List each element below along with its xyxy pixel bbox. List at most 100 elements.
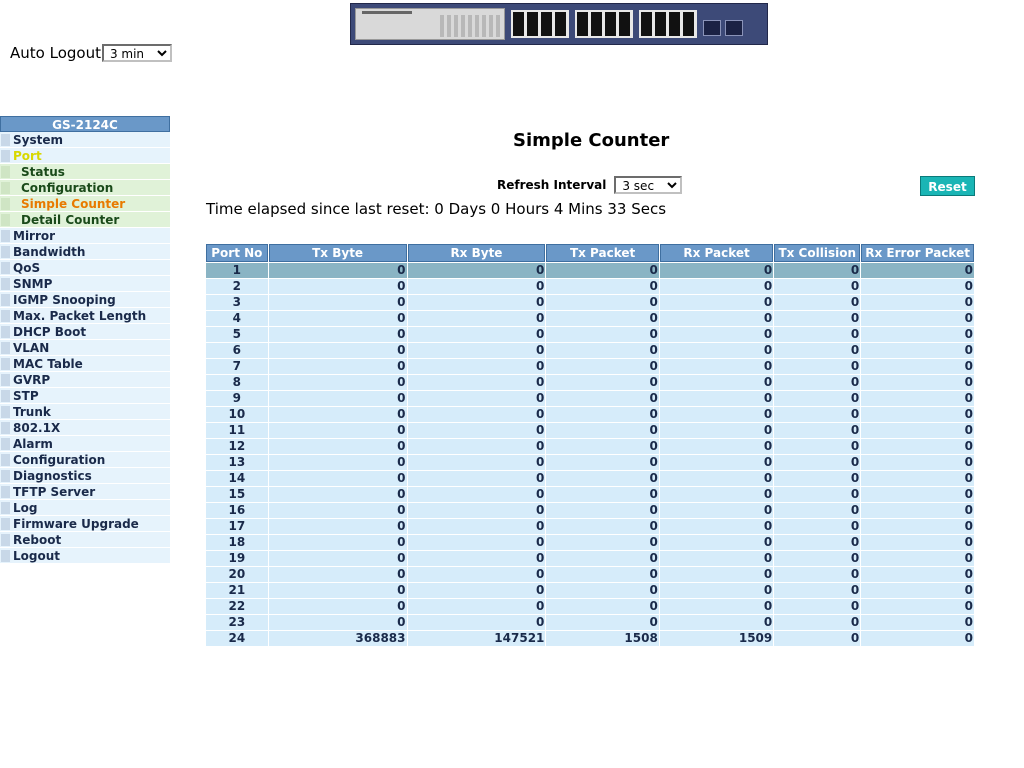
counter-cell: 0 <box>546 535 659 550</box>
sidebar-item-configuration[interactable]: Configuration <box>0 452 170 468</box>
column-header: Tx Collision <box>774 244 861 262</box>
counter-cell: 0 <box>861 327 974 342</box>
counter-cell: 0 <box>268 279 407 294</box>
column-header: Port No <box>206 244 268 262</box>
sidebar-item-detail-counter[interactable]: Detail Counter <box>0 212 170 228</box>
sidebar-item-logout[interactable]: Logout <box>0 548 170 564</box>
counter-cell: 0 <box>407 327 546 342</box>
counter-cell: 0 <box>546 567 659 582</box>
counter-cell: 0 <box>268 615 407 630</box>
sidebar-item-reboot[interactable]: Reboot <box>0 532 170 548</box>
counter-cell: 0 <box>659 375 774 390</box>
sidebar-item-log[interactable]: Log <box>0 500 170 516</box>
counter-cell: 0 <box>407 407 546 422</box>
table-row: 19 0 0 0 0 0 0 <box>206 551 974 566</box>
counter-cell: 0 <box>774 455 861 470</box>
sidebar-item-trunk[interactable]: Trunk <box>0 404 170 420</box>
counter-cell: 0 <box>659 327 774 342</box>
counter-cell: 0 <box>861 535 974 550</box>
counter-cell: 0 <box>268 359 407 374</box>
counter-cell: 0 <box>861 343 974 358</box>
sidebar-item-max-packet-length[interactable]: Max. Packet Length <box>0 308 170 324</box>
sidebar-item-tftp-server[interactable]: TFTP Server <box>0 484 170 500</box>
sidebar-item-status[interactable]: Status <box>0 164 170 180</box>
counter-cell: 0 <box>268 567 407 582</box>
counter-cell: 0 <box>546 327 659 342</box>
port-number-cell: 13 <box>206 455 268 470</box>
sidebar-item-igmp-snooping[interactable]: IGMP Snooping <box>0 292 170 308</box>
auto-logout-select[interactable]: 3 min <box>101 44 172 62</box>
counter-cell: 0 <box>659 391 774 406</box>
counter-cell: 0 <box>861 279 974 294</box>
uplink-port-icon <box>703 20 721 36</box>
counter-cell: 0 <box>546 279 659 294</box>
counter-cell: 0 <box>546 455 659 470</box>
port-number-cell: 8 <box>206 375 268 390</box>
sidebar-item-snmp[interactable]: SNMP <box>0 276 170 292</box>
counter-cell: 0 <box>861 615 974 630</box>
counter-cell: 0 <box>407 535 546 550</box>
counter-cell: 0 <box>774 375 861 390</box>
counter-cell: 0 <box>774 327 861 342</box>
sidebar-title: GS-2124C <box>0 116 170 132</box>
table-row: 8000000 <box>206 375 974 390</box>
table-header-row: Port No Tx Byte Rx Byte Tx Packet Rx Packet T… <box>206 244 974 262</box>
counter-cell: 0 <box>546 359 659 374</box>
counter-cell: 0 <box>546 391 659 406</box>
column-header: Tx Byte <box>268 244 407 262</box>
counter-cell: 0 <box>774 311 861 326</box>
sidebar-item-dhcp-boot[interactable]: DHCP Boot <box>0 324 170 340</box>
sidebar-item-alarm[interactable]: Alarm <box>0 436 170 452</box>
sidebar-item-port[interactable]: Port <box>0 148 170 164</box>
counter-cell: 0 <box>268 599 407 614</box>
sidebar-item-gvrp[interactable]: GVRP <box>0 372 170 388</box>
table-row: 16 0 0 0 0 0 0 <box>206 503 974 518</box>
counter-cell: 0 <box>774 599 861 614</box>
auto-logout: Auto Logout 3 min <box>10 44 172 62</box>
counter-cell: 0 <box>659 599 774 614</box>
sidebar-item-system[interactable]: System <box>0 132 170 148</box>
counter-cell: 0 <box>546 551 659 566</box>
counter-cell: 0 <box>861 311 974 326</box>
counter-cell: 368883 <box>268 631 407 646</box>
table-row: 2000000 <box>206 279 974 294</box>
sidebar-item-qos[interactable]: QoS <box>0 260 170 276</box>
table-row: 1000000 <box>206 263 974 278</box>
table-row: 5000000 <box>206 327 974 342</box>
sidebar-item-diagnostics[interactable]: Diagnostics <box>0 468 170 484</box>
port-number-cell: 24 <box>206 631 268 646</box>
sidebar-item-802-1x[interactable]: 802.1X <box>0 420 170 436</box>
counter-cell: 0 <box>407 487 546 502</box>
reset-button[interactable]: Reset <box>920 176 975 196</box>
refresh-interval: Refresh Interval 3 sec <box>497 176 683 194</box>
sidebar-item-configuration[interactable]: Configuration <box>0 180 170 196</box>
sidebar-item-vlan[interactable]: VLAN <box>0 340 170 356</box>
sidebar-item-firmware-upgrade[interactable]: Firmware Upgrade <box>0 516 170 532</box>
sidebar-item-mac-table[interactable]: MAC Table <box>0 356 170 372</box>
sidebar-item-bandwidth[interactable]: Bandwidth <box>0 244 170 260</box>
column-header: Tx Packet <box>546 244 659 262</box>
counter-cell: 1509 <box>659 631 774 646</box>
counter-cell: 0 <box>407 423 546 438</box>
counter-cell: 0 <box>546 263 659 278</box>
counter-cell: 0 <box>268 503 407 518</box>
counter-cell: 0 <box>546 519 659 534</box>
counter-cell: 0 <box>774 423 861 438</box>
port-number-cell: 17 <box>206 519 268 534</box>
sidebar-item-simple-counter[interactable]: Simple Counter <box>0 196 170 212</box>
counter-cell: 0 <box>659 439 774 454</box>
table-row: 9000000 <box>206 391 974 406</box>
counter-cell: 0 <box>659 535 774 550</box>
counter-cell: 0 <box>659 487 774 502</box>
sidebar-menu: GS-2124C System Port Status Configuration Si… <box>0 116 170 564</box>
counter-cell: 0 <box>861 471 974 486</box>
table-row: 4000000 <box>206 311 974 326</box>
sidebar-item-stp[interactable]: STP <box>0 388 170 404</box>
sidebar-item-mirror[interactable]: Mirror <box>0 228 170 244</box>
port-number-cell: 14 <box>206 471 268 486</box>
refresh-interval-select[interactable]: 3 sec <box>614 176 683 194</box>
counter-cell: 0 <box>546 615 659 630</box>
counter-cell: 0 <box>774 551 861 566</box>
counter-cell: 0 <box>861 359 974 374</box>
port-number-cell: 22 <box>206 599 268 614</box>
